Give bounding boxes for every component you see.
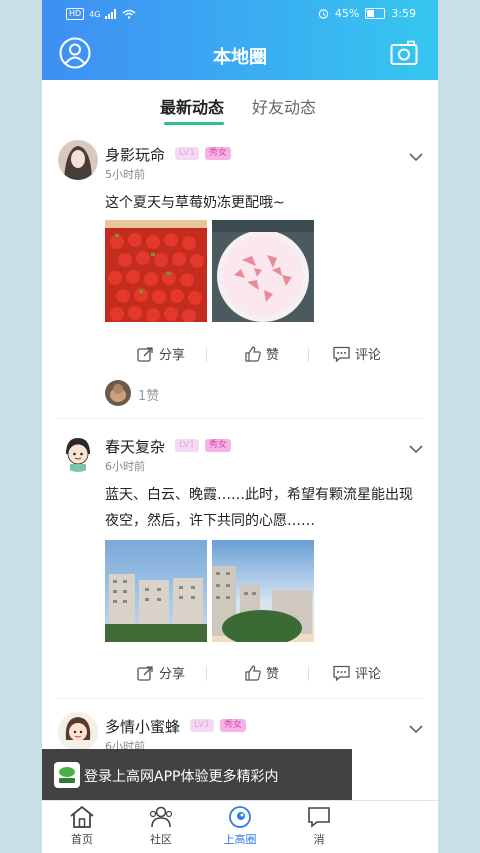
post-card: 身影玩命 LV1 秀女 5小时前 这个夏天与草莓奶冻更配哦~ 分享 赞 评论 1… <box>42 128 438 420</box>
post-divider <box>56 418 424 419</box>
share-icon <box>137 346 153 362</box>
nav-label: 社区 <box>150 833 172 846</box>
clock: 3:59 <box>391 7 416 20</box>
share-label: 分享 <box>159 667 186 682</box>
post-image[interactable] <box>105 540 207 642</box>
like-button[interactable]: 赞 <box>245 344 279 363</box>
nav-circle[interactable]: 上高圈 <box>210 805 270 847</box>
comment-icon <box>333 665 350 681</box>
comment-button[interactable]: 评论 <box>333 344 381 363</box>
like-label: 赞 <box>266 348 280 363</box>
status-bar: HD 4G 45% 3:59 <box>42 0 438 28</box>
divider <box>206 667 207 681</box>
post-image[interactable] <box>212 540 314 642</box>
comment-icon <box>333 346 350 362</box>
level-badge: LV1 <box>175 439 199 452</box>
level-badge: LV1 <box>175 147 199 160</box>
share-label: 分享 <box>159 348 186 363</box>
post-image[interactable] <box>105 220 207 322</box>
chevron-down-icon[interactable] <box>409 152 423 162</box>
thumbs-up-icon <box>245 345 261 362</box>
network-indicator: 4G <box>89 9 101 19</box>
community-icon <box>149 806 173 828</box>
post-actions: 分享 赞 评论 <box>42 661 438 685</box>
username[interactable]: 多情小蜜蜂 <box>105 716 180 737</box>
battery-icon <box>365 8 386 19</box>
app-logo-icon <box>54 762 80 788</box>
like-label: 赞 <box>266 667 280 682</box>
gender-badge: 秀女 <box>220 719 247 732</box>
login-banner-text: 登录上高网APP体验更多精彩内 <box>84 769 279 785</box>
like-count: 1赞 <box>138 389 160 404</box>
tab-friends[interactable]: 好友动态 <box>252 94 316 118</box>
post-time: 6小时前 <box>105 460 145 473</box>
active-tab-indicator <box>164 122 224 125</box>
avatar[interactable] <box>58 432 98 472</box>
app-header: HD 4G 45% 3:59 本地圈 <box>42 0 438 80</box>
share-button[interactable]: 分享 <box>137 663 185 682</box>
home-icon <box>70 805 94 828</box>
avatar[interactable] <box>58 712 98 752</box>
nav-label: 首页 <box>71 833 93 846</box>
share-button[interactable]: 分享 <box>137 344 185 363</box>
post-actions: 分享 赞 评论 <box>42 342 438 366</box>
hd-badge: HD <box>66 8 85 20</box>
post-card: 春天复杂 LV1 秀女 6小时前 蓝天、白云、晚霞……此时，希望有颗流星能出现夜… <box>42 420 438 700</box>
chevron-down-icon[interactable] <box>409 724 423 734</box>
message-icon <box>308 807 330 828</box>
post-content: 蓝天、白云、晚霞……此时，希望有颗流星能出现夜空，然后，许下共同的心愿…… <box>105 487 413 529</box>
bottom-nav: 首页 社区 上高圈 消 <box>42 800 438 853</box>
signal-icon <box>105 9 117 19</box>
like-button[interactable]: 赞 <box>245 663 279 682</box>
nav-label: 消 <box>313 833 325 846</box>
battery-percent: 45% <box>334 7 360 20</box>
nav-messages[interactable]: 消 <box>289 805 349 847</box>
share-icon <box>137 665 153 681</box>
feed-tabs: 最新动态 好友动态 <box>42 80 438 128</box>
divider <box>206 348 207 362</box>
divider <box>308 667 309 681</box>
tab-latest[interactable]: 最新动态 <box>160 94 224 118</box>
gender-badge: 秀女 <box>205 147 232 160</box>
post-divider <box>56 698 424 699</box>
chevron-down-icon[interactable] <box>409 444 423 454</box>
login-banner[interactable]: 登录上高网APP体验更多精彩内 <box>42 749 352 801</box>
nav-label: 上高圈 <box>223 833 257 846</box>
divider <box>308 348 309 362</box>
username[interactable]: 身影玩命 <box>105 144 165 165</box>
nav-community[interactable]: 社区 <box>131 805 191 847</box>
avatar[interactable] <box>58 140 98 180</box>
comment-label: 评论 <box>355 667 382 682</box>
thumbs-up-icon <box>245 664 261 681</box>
wifi-icon <box>123 9 136 19</box>
username[interactable]: 春天复杂 <box>105 436 165 457</box>
page-title: 本地圈 <box>213 47 267 68</box>
camera-icon[interactable] <box>390 40 418 66</box>
gender-badge: 秀女 <box>205 439 232 452</box>
post-image[interactable] <box>212 220 314 322</box>
post-content: 这个夏天与草莓奶冻更配哦~ <box>105 195 285 211</box>
nav-home[interactable]: 首页 <box>52 805 112 847</box>
liker-avatar[interactable] <box>105 380 131 406</box>
comment-label: 评论 <box>355 348 382 363</box>
level-badge: LV1 <box>190 719 214 732</box>
comment-button[interactable]: 评论 <box>333 663 381 682</box>
alarm-icon <box>318 9 329 19</box>
circle-icon <box>229 806 251 828</box>
phone-screen: HD 4G 45% 3:59 本地圈 最新动态 好友动态 身影玩命 LV1 秀女… <box>42 0 438 853</box>
post-time: 5小时前 <box>105 168 145 181</box>
